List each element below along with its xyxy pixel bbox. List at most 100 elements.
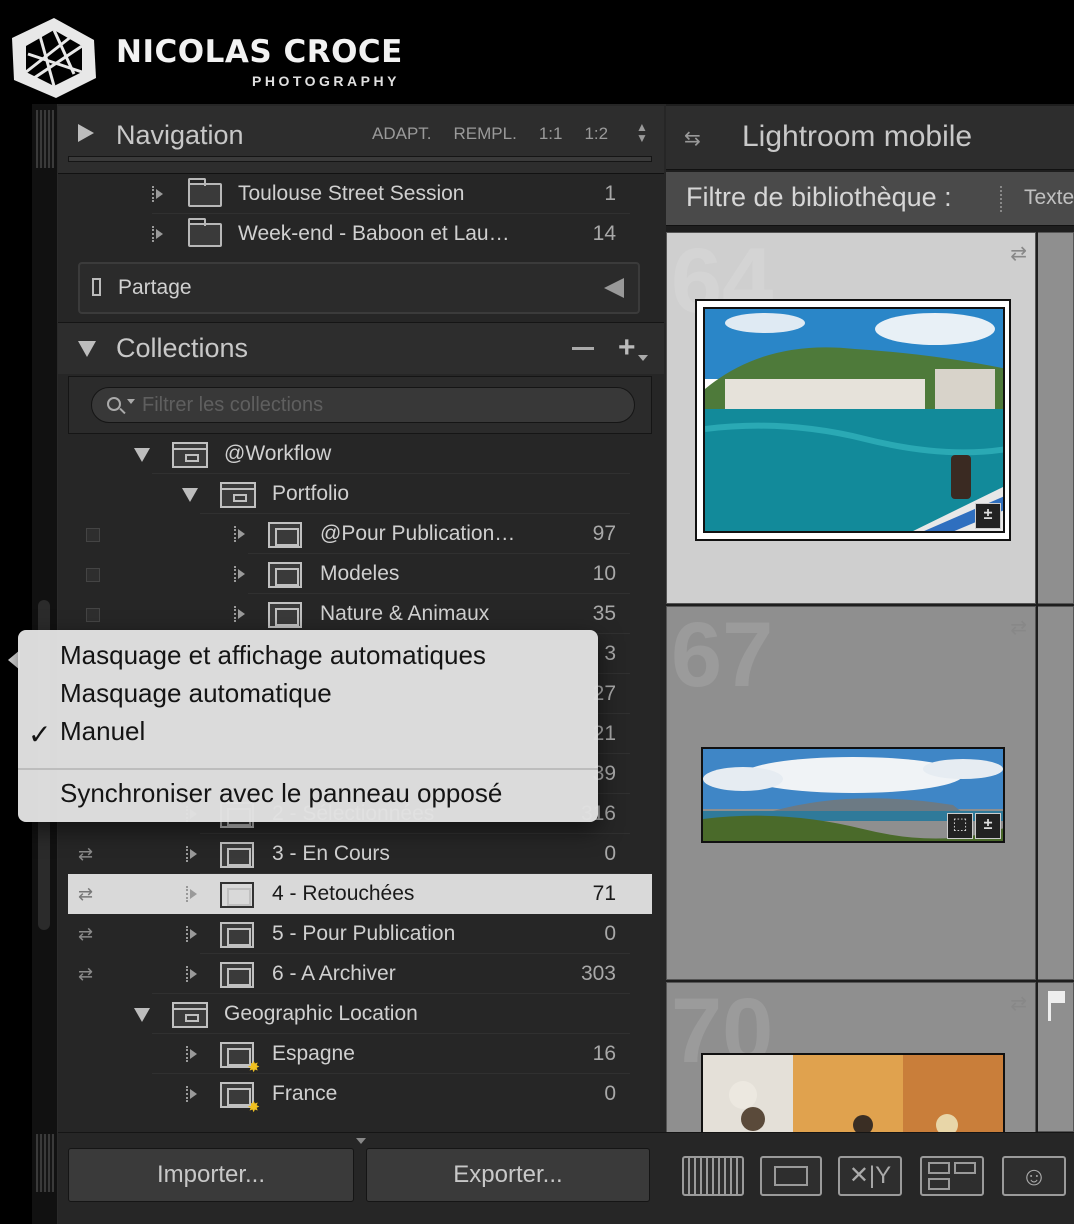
grid-cell-partial[interactable] bbox=[1038, 982, 1074, 1132]
grid-cell-selected[interactable]: 64 ⇄ ± bbox=[666, 232, 1036, 604]
collection-count: 303 bbox=[580, 962, 616, 985]
collection-row[interactable]: @Pour Publication… 97 bbox=[68, 514, 652, 554]
search-options-caret-icon[interactable] bbox=[127, 399, 135, 404]
collection-icon bbox=[220, 962, 254, 988]
collection-row[interactable]: ⇄ 3 - En Cours 0 bbox=[68, 834, 652, 874]
adjusted-badge-icon: ± bbox=[975, 813, 1001, 839]
grid-cell-partial[interactable] bbox=[1038, 606, 1074, 980]
navigation-title: Navigation bbox=[116, 120, 244, 150]
folder-label: Toulouse Street Session bbox=[238, 182, 465, 205]
export-button[interactable]: Exporter... bbox=[366, 1148, 650, 1202]
expand-arrow-icon[interactable] bbox=[234, 526, 248, 542]
expand-left-triangle-icon[interactable] bbox=[604, 278, 624, 298]
expand-arrow-icon[interactable] bbox=[152, 226, 166, 242]
add-collection-icon[interactable]: + bbox=[618, 331, 636, 365]
menu-item-auto-hide[interactable]: Masquage automatique bbox=[60, 678, 332, 709]
target-checkbox[interactable] bbox=[86, 568, 100, 582]
sync-arrows-icon[interactable]: ⇄ bbox=[1010, 991, 1027, 1016]
people-view-icon[interactable]: ☺ bbox=[1002, 1156, 1066, 1196]
sync-arrows-icon[interactable]: ⇄ bbox=[78, 924, 93, 945]
smart-collection-row[interactable]: France 0 bbox=[68, 1074, 652, 1116]
target-checkbox[interactable] bbox=[86, 528, 100, 542]
target-checkbox[interactable] bbox=[86, 608, 100, 622]
collection-row[interactable]: Nature & Animaux 35 bbox=[68, 594, 652, 634]
photo-thumbnail-street[interactable] bbox=[701, 1053, 1005, 1133]
flag-icon[interactable] bbox=[1048, 991, 1065, 1021]
collapse-triangle-icon[interactable] bbox=[78, 341, 96, 357]
menu-item-auto-hide-show[interactable]: Masquage et affichage automatiques bbox=[60, 640, 486, 671]
collection-row-selected[interactable]: ⇄ 4 - Retouchées 71 bbox=[68, 874, 652, 914]
grid-cell-partial[interactable] bbox=[1038, 232, 1074, 604]
remove-collection-icon[interactable] bbox=[572, 347, 594, 350]
collection-label: Nature & Animaux bbox=[320, 602, 490, 625]
filter-text-tab[interactable]: Texte bbox=[1024, 186, 1074, 210]
loupe-view-icon[interactable] bbox=[760, 1156, 822, 1196]
grid-cell[interactable]: 70 ⇄ bbox=[666, 982, 1036, 1133]
menu-item-sync-opposite[interactable]: Synchroniser avec le panneau opposé bbox=[60, 778, 502, 809]
brand-header: NICOLAS CROCE PHOTOGRAPHY bbox=[0, 0, 1074, 104]
expanded-triangle-icon[interactable] bbox=[134, 1008, 150, 1022]
collections-filter-input[interactable] bbox=[91, 387, 635, 423]
expanded-triangle-icon[interactable] bbox=[134, 448, 150, 462]
collection-set-row[interactable]: @Workflow bbox=[68, 434, 652, 474]
collection-row[interactable]: Modeles 10 bbox=[68, 554, 652, 594]
smart-collection-row[interactable]: Espagne 16 bbox=[68, 1034, 652, 1076]
photo-thumbnail-harbor[interactable]: ± bbox=[703, 307, 1005, 533]
collection-icon bbox=[220, 922, 254, 948]
collection-set-row[interactable]: Portfolio bbox=[68, 474, 652, 514]
lightroom-mobile-header[interactable]: ⇆ Lightroom mobile bbox=[666, 106, 1074, 170]
zoom-1-2[interactable]: 1:2 bbox=[584, 124, 608, 144]
expand-arrow-icon[interactable] bbox=[234, 566, 248, 582]
sync-arrows-icon[interactable]: ⇄ bbox=[1010, 615, 1027, 640]
library-filter-label: Filtre de bibliothèque : bbox=[686, 182, 952, 212]
collection-row[interactable]: ⇄ 6 - A Archiver 303 bbox=[68, 954, 652, 994]
navigation-header[interactable]: Navigation ADAPT. REMPL. 1:1 1:2 ▲ ▼ bbox=[58, 106, 664, 174]
expand-arrow-icon[interactable] bbox=[186, 846, 200, 862]
panel-grip-bottom[interactable] bbox=[36, 1134, 54, 1192]
expand-arrow-icon[interactable] bbox=[186, 886, 200, 902]
sync-arrows-icon[interactable]: ⇆ bbox=[684, 126, 701, 151]
grid-cell[interactable]: 67 ⇄ ⬚ ± bbox=[666, 606, 1036, 980]
sync-arrows-icon[interactable]: ⇄ bbox=[78, 844, 93, 865]
folder-label: Week-end - Baboon et Lau… bbox=[238, 222, 510, 245]
zoom-fit[interactable]: ADAPT. bbox=[372, 124, 432, 144]
expand-arrow-icon[interactable] bbox=[186, 966, 200, 982]
zoom-1-1[interactable]: 1:1 bbox=[539, 124, 563, 144]
partage-section[interactable]: Partage bbox=[78, 262, 640, 314]
sync-arrows-icon[interactable]: ⇄ bbox=[78, 964, 93, 985]
collection-icon bbox=[268, 522, 302, 548]
photo-thumbnail-panorama[interactable]: ⬚ ± bbox=[701, 747, 1005, 843]
expand-arrow-icon[interactable] bbox=[234, 606, 248, 622]
folder-row[interactable]: Toulouse Street Session 1 bbox=[68, 174, 652, 214]
expand-arrow-icon[interactable] bbox=[186, 926, 200, 942]
expand-arrow-icon[interactable] bbox=[186, 1046, 200, 1062]
expand-arrow-icon[interactable] bbox=[186, 1086, 200, 1102]
folder-icon bbox=[188, 218, 222, 247]
harbor-photo bbox=[705, 309, 1003, 531]
survey-view-icon[interactable] bbox=[920, 1156, 984, 1196]
folder-row[interactable]: Week-end - Baboon et Lau… 14 bbox=[68, 214, 652, 254]
folder-icon bbox=[188, 178, 222, 207]
search-icon[interactable] bbox=[107, 397, 121, 411]
collection-icon bbox=[220, 882, 254, 908]
add-menu-caret-icon[interactable] bbox=[638, 355, 648, 361]
collection-row[interactable]: ⇄ 5 - Pour Publication 0 bbox=[68, 914, 652, 954]
collection-label: Modeles bbox=[320, 562, 400, 585]
panel-grip-top[interactable] bbox=[36, 110, 54, 168]
expand-arrow-icon[interactable] bbox=[152, 186, 166, 202]
zoom-fill[interactable]: REMPL. bbox=[454, 124, 517, 144]
compare-view-icon[interactable]: ✕|Y bbox=[838, 1156, 902, 1196]
grid-view-icon[interactable] bbox=[682, 1156, 744, 1196]
collection-set-row[interactable]: Geographic Location bbox=[68, 994, 652, 1034]
partage-panel-icon bbox=[92, 278, 101, 296]
zoom-stepper-icon[interactable]: ▲ ▼ bbox=[636, 121, 648, 144]
collapse-triangle-icon[interactable] bbox=[78, 124, 94, 142]
collection-count: 71 bbox=[592, 882, 616, 905]
import-button[interactable]: Importer... bbox=[68, 1148, 354, 1202]
menu-item-manual[interactable]: Manuel bbox=[60, 716, 145, 747]
sync-arrows-icon[interactable]: ⇄ bbox=[78, 884, 93, 905]
collections-header[interactable]: Collections + bbox=[58, 322, 664, 374]
expanded-triangle-icon[interactable] bbox=[182, 488, 198, 502]
collection-label: @Pour Publication… bbox=[320, 522, 516, 545]
sync-arrows-icon[interactable]: ⇄ bbox=[1010, 241, 1027, 266]
